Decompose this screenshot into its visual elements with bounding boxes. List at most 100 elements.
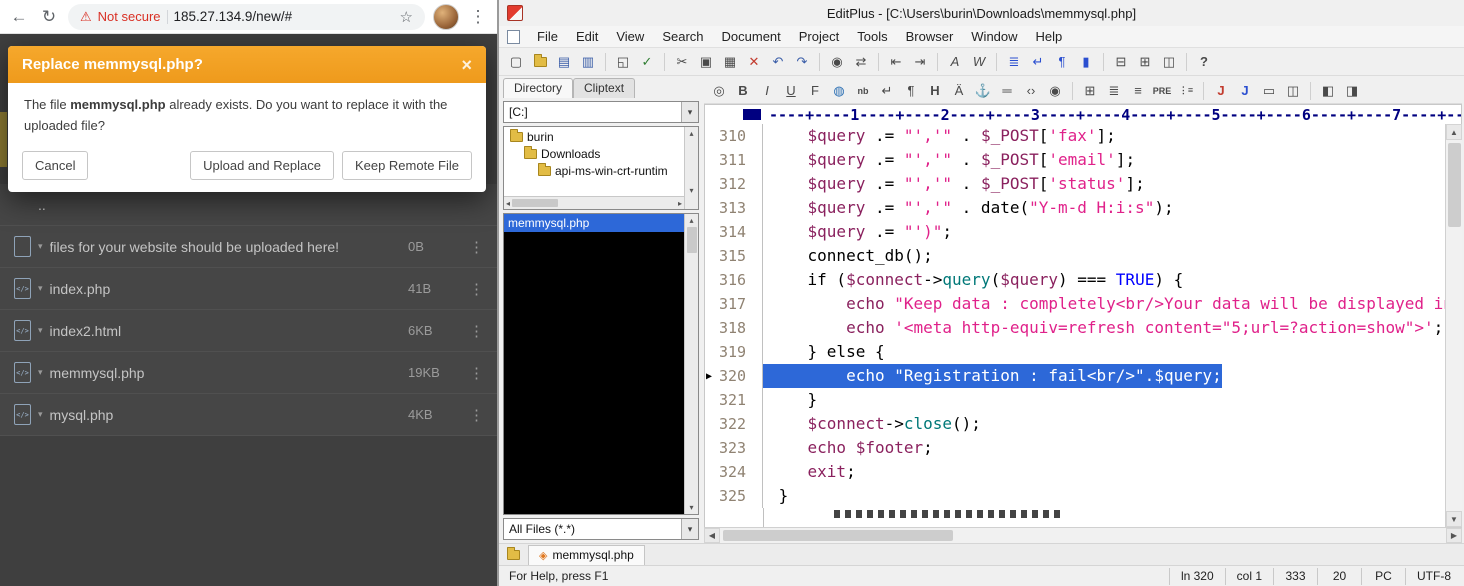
menu-project[interactable]: Project — [790, 27, 848, 46]
cancel-button[interactable]: Cancel — [22, 151, 88, 180]
document-tab[interactable]: ◈ memmysql.php — [528, 545, 645, 565]
font-style-icon[interactable]: A — [944, 52, 966, 72]
scroll-right-icon[interactable]: ▶ — [1446, 528, 1462, 543]
editor-hscrollbar[interactable]: ◀ ▶ — [704, 527, 1462, 543]
new-document-icon[interactable]: ▢ — [505, 52, 527, 72]
column-select-icon[interactable]: ▮ — [1075, 52, 1097, 72]
folder-icon[interactable] — [507, 550, 520, 560]
menu-view[interactable]: View — [607, 27, 653, 46]
file-filter[interactable]: All Files (*.*) ▾ — [503, 518, 699, 540]
dialog-close-icon[interactable]: × — [461, 56, 472, 74]
delete-icon[interactable]: ✕ — [743, 52, 765, 72]
dropdown-arrow-icon[interactable]: ▾ — [681, 519, 698, 539]
menu-file[interactable]: File — [528, 27, 567, 46]
row-menu-icon[interactable]: ⋮ — [469, 238, 483, 256]
indent-icon[interactable]: ⇥ — [909, 52, 931, 72]
file-row[interactable]: </>▾index.php41B⋮ — [0, 268, 497, 310]
nbsp-icon[interactable]: nb — [852, 81, 874, 101]
upload-replace-button[interactable]: Upload and Replace — [190, 151, 334, 180]
row-caret-icon[interactable]: ▾ — [38, 367, 43, 378]
tree-item[interactable]: Downloads — [504, 145, 684, 162]
menu-document[interactable]: Document — [713, 27, 790, 46]
row-caret-icon[interactable]: ▾ — [38, 325, 43, 336]
undo-icon[interactable]: ↶ — [767, 52, 789, 72]
scroll-left-icon[interactable]: ◂ — [506, 199, 510, 208]
context-help-icon[interactable]: ? — [1193, 52, 1215, 72]
file-row[interactable]: </>▾memmysql.php19KB⋮ — [0, 352, 497, 394]
redo-icon[interactable]: ↷ — [791, 52, 813, 72]
dropdown-arrow-icon[interactable]: ▾ — [681, 102, 698, 122]
row-caret-icon[interactable]: ▾ — [38, 241, 43, 252]
tab-directory[interactable]: Directory — [503, 78, 573, 98]
tab-cliptext[interactable]: Cliptext — [573, 78, 635, 98]
find-icon[interactable]: ◉ — [826, 52, 848, 72]
scroll-up-icon[interactable]: ▴ — [689, 129, 693, 138]
tree-hscrollbar[interactable]: ◂ ▸ — [504, 196, 684, 209]
italic-icon[interactable]: I — [756, 81, 778, 101]
applet-icon[interactable]: J — [1234, 81, 1256, 101]
row-menu-icon[interactable]: ⋮ — [469, 322, 483, 340]
table-icon[interactable]: ⊞ — [1079, 81, 1101, 101]
layout-left-icon[interactable]: ◧ — [1317, 81, 1339, 101]
cascade-windows-icon[interactable]: ◫ — [1158, 52, 1180, 72]
security-label[interactable]: Not secure — [98, 9, 161, 24]
tag-icon[interactable]: ‹› — [1020, 81, 1042, 101]
menu-browser[interactable]: Browser — [897, 27, 963, 46]
menu-help[interactable]: Help — [1027, 27, 1072, 46]
heading-icon[interactable]: H — [924, 81, 946, 101]
save-all-icon[interactable]: ▥ — [577, 52, 599, 72]
line-break-icon[interactable]: ↵ — [876, 81, 898, 101]
avatar[interactable] — [433, 4, 459, 30]
web-preview-icon[interactable]: ◍ — [828, 81, 850, 101]
special-char-icon[interactable]: Ä — [948, 81, 970, 101]
full-width-icon[interactable]: W — [968, 52, 990, 72]
underline-icon[interactable]: U — [780, 81, 802, 101]
file-item-selected[interactable]: memmysql.php — [504, 214, 684, 232]
drive-selector[interactable]: [C:] ▾ — [503, 101, 699, 123]
file-row[interactable]: ▾files for your website should be upload… — [0, 226, 497, 268]
outdent-icon[interactable]: ⇤ — [885, 52, 907, 72]
back-icon[interactable]: ← — [8, 7, 30, 27]
form-icon[interactable]: ▭ — [1258, 81, 1280, 101]
cut-icon[interactable]: ✂ — [671, 52, 693, 72]
code-editor[interactable]: 310 $query .= "','" . $_POST['fax'];311 … — [705, 124, 1445, 527]
keep-remote-button[interactable]: Keep Remote File — [342, 151, 472, 180]
file-panel-scrollbar[interactable]: ▴ ▾ — [684, 214, 698, 514]
row-menu-icon[interactable]: ⋮ — [469, 406, 483, 424]
find-symbol-icon[interactable]: ◎ — [708, 81, 730, 101]
split-window-icon[interactable]: ⊟ — [1110, 52, 1132, 72]
row-menu-icon[interactable]: ⋮ — [469, 364, 483, 382]
scroll-down-icon[interactable]: ▼ — [1446, 511, 1462, 527]
scroll-thumb[interactable] — [1448, 143, 1461, 227]
tile-windows-icon[interactable]: ⊞ — [1134, 52, 1156, 72]
spell-check-icon[interactable]: ✓ — [636, 52, 658, 72]
font-tag-icon[interactable]: F — [804, 81, 826, 101]
refresh-icon[interactable]: ↻ — [38, 7, 60, 27]
print-preview-icon[interactable]: ◱ — [612, 52, 634, 72]
menu-tools[interactable]: Tools — [848, 27, 896, 46]
scroll-thumb[interactable] — [723, 530, 953, 541]
replace-icon[interactable]: ⇄ — [850, 52, 872, 72]
align-center-icon[interactable]: ≡ — [1127, 81, 1149, 101]
scroll-right-icon[interactable]: ▸ — [678, 199, 682, 208]
frame-icon[interactable]: ◫ — [1282, 81, 1304, 101]
menu-edit[interactable]: Edit — [567, 27, 607, 46]
save-icon[interactable]: ▤ — [553, 52, 575, 72]
line-numbers-icon[interactable]: ≣ — [1003, 52, 1025, 72]
anchor-icon[interactable]: ⚓ — [972, 81, 994, 101]
tab-marks-icon[interactable]: ¶ — [1051, 52, 1073, 72]
align-left-icon[interactable]: ≣ — [1103, 81, 1125, 101]
scroll-thumb[interactable] — [512, 199, 558, 207]
list-tag-icon[interactable]: ⋮≡ — [1175, 81, 1197, 101]
word-wrap-icon[interactable]: ↵ — [1027, 52, 1049, 72]
scroll-down-icon[interactable]: ▾ — [689, 186, 693, 195]
open-file-icon[interactable] — [529, 52, 551, 72]
scroll-up-icon[interactable]: ▴ — [689, 216, 693, 225]
copy-icon[interactable]: ▣ — [695, 52, 717, 72]
pre-tag-icon[interactable]: PRE — [1151, 81, 1173, 101]
address-bar[interactable]: ⚠ Not secure 185.27.134.9/new/# ☆ — [68, 4, 425, 30]
editor-vscrollbar[interactable]: ▲ ▼ — [1445, 124, 1462, 527]
layout-right-icon[interactable]: ◨ — [1341, 81, 1363, 101]
scroll-up-icon[interactable]: ▲ — [1446, 124, 1462, 140]
file-row[interactable]: </>▾mysql.php4KB⋮ — [0, 394, 497, 436]
